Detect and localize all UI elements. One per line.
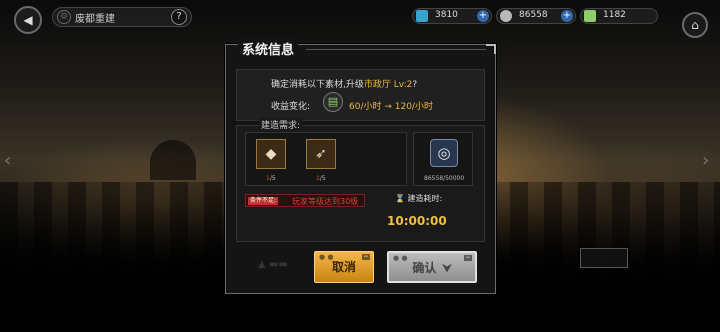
minus-icon: −	[362, 253, 370, 260]
cancel-button[interactable]: ● ● − 取消	[314, 251, 374, 283]
back-button[interactable]: ◀	[14, 6, 42, 34]
coin-slot[interactable]: ◎	[430, 139, 458, 167]
upgrade-target: 市政厅 Lv:2	[363, 80, 413, 90]
income-value: 60/小时 → 120/小时	[349, 102, 433, 112]
top-bar: ◀ ⚙ 废都重建 ? 3810 + 86558 + 1182 ⌂	[0, 0, 720, 38]
confirm-prefix: 确定消耗以下素材,升级	[271, 80, 364, 90]
condition-text: 玩家等级达到30级	[292, 197, 359, 206]
add-gems-button[interactable]: +	[477, 10, 489, 22]
cash-icon	[584, 10, 596, 22]
material-slot[interactable]: ◆	[256, 139, 286, 169]
gear-icon: ⚙	[57, 10, 71, 24]
materials-box: ◆ 1/5 ➶ 1/5	[245, 132, 407, 186]
material-slot[interactable]: ➶	[306, 139, 336, 169]
home-button[interactable]: ⌂	[682, 12, 708, 38]
dots-icon: ● ●	[319, 253, 334, 261]
left-arrow-icon[interactable]: ‹	[4, 150, 18, 172]
dots-icon: ● ●	[393, 254, 408, 262]
resource-coins: 86558 +	[496, 8, 576, 24]
watermark-icon: ▲ ▬▬	[258, 259, 288, 270]
upgrade-info-panel: 确定消耗以下素材,升级市政厅 Lv:2? 收益变化: ▤ 60/小时 → 120…	[236, 69, 485, 121]
home-icon: ⌂	[691, 18, 699, 32]
hourglass-icon: ⌛	[395, 194, 405, 203]
dialog-title: 系统信息	[238, 39, 299, 58]
condition-tag: 条件不足:	[248, 197, 279, 205]
gem-icon	[416, 10, 428, 22]
page-title: 废都重建	[75, 14, 115, 25]
upgrade-confirm-text: 确定消耗以下素材,升级市政厅 Lv:2?	[271, 77, 417, 90]
requirements-panel: 建造需求: ◆ 1/5 ➶ 1/5 ◎ 86558/50000 条件不足: 玩家…	[236, 118, 485, 242]
help-button[interactable]: ?	[171, 9, 187, 25]
coin-icon: ◎	[437, 144, 451, 162]
page-title-bar: ⚙ 废都重建 ?	[52, 7, 192, 27]
resource-cash-value: 1182	[603, 10, 626, 20]
cancel-label: 取消	[331, 260, 356, 274]
resource-gems-value: 3810	[435, 10, 458, 20]
material-count: 1/5	[266, 175, 276, 182]
background-dome	[150, 140, 196, 180]
part-icon: ➶	[315, 146, 327, 162]
title-divider	[306, 49, 486, 50]
resource-cash: 1182	[580, 8, 658, 24]
requirements-label: 建造需求:	[259, 118, 303, 131]
double-chevron-icon: ⮟	[442, 262, 452, 275]
cash-icon: ▤	[323, 92, 343, 112]
material-count: 1/5	[316, 175, 326, 182]
system-info-dialog: 系统信息 确定消耗以下素材,升级市政厅 Lv:2? 收益变化: ▤ 60/小时 …	[225, 39, 496, 294]
coin-count: 86558/50000	[424, 175, 465, 182]
background-sign	[580, 248, 628, 268]
coin-requirement-box: ◎ 86558/50000	[413, 132, 473, 186]
build-time-value: 10:00:00	[387, 214, 447, 228]
build-time-label: ⌛ 建造耗时:	[395, 194, 443, 203]
add-coins-button[interactable]: +	[561, 10, 573, 22]
confirm-button[interactable]: ● ● − 确认 ⮟	[387, 251, 477, 283]
back-arrow-icon: ◀	[23, 13, 33, 27]
right-arrow-icon[interactable]: ›	[702, 150, 716, 172]
ore-icon: ◆	[265, 146, 277, 162]
minus-icon: −	[464, 254, 472, 261]
condition-warning: 条件不足: 玩家等级达到30级	[245, 194, 365, 207]
income-label: 收益变化:	[271, 102, 311, 112]
confirm-suffix: ?	[412, 80, 418, 90]
resource-coins-value: 86558	[519, 10, 548, 20]
confirm-label: 确认	[412, 261, 437, 275]
resource-gems: 3810 +	[412, 8, 492, 24]
coin-icon	[500, 10, 512, 22]
